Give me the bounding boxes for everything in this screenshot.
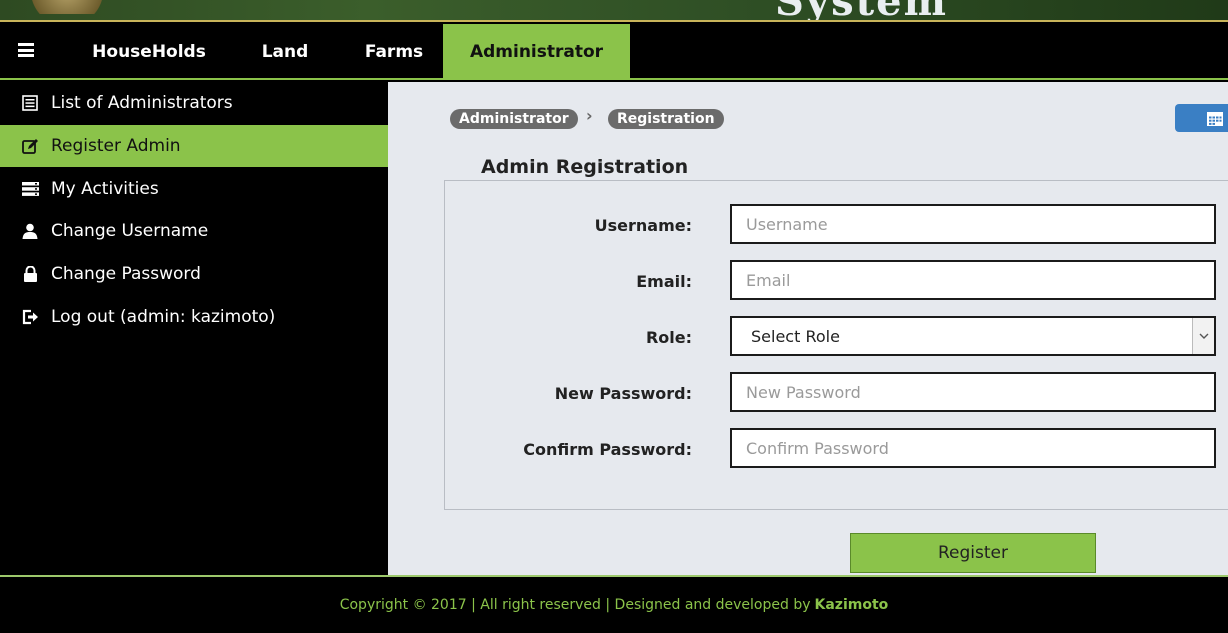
- logo: [12, 0, 122, 14]
- calendar-icon: [1207, 111, 1223, 130]
- header-banner: System: [0, 0, 1228, 22]
- sidebar-item-label: My Activities: [51, 179, 159, 199]
- new-password-label: New Password:: [554, 384, 692, 403]
- system-title: System: [775, 0, 948, 20]
- list-icon: [21, 94, 39, 112]
- sidebar-item-label: Log out (admin: kazimoto): [51, 307, 276, 327]
- sidebar-item-change-username[interactable]: Change Username: [0, 210, 388, 252]
- logout-icon: [21, 308, 39, 326]
- confirm-password-field[interactable]: [730, 428, 1216, 468]
- username-field[interactable]: [730, 204, 1216, 244]
- footer-brand: Kazimoto: [814, 597, 889, 613]
- nav-households[interactable]: HouseHolds: [78, 24, 220, 80]
- role-select[interactable]: Select Role: [730, 316, 1216, 356]
- nav-administrator[interactable]: Administrator: [443, 24, 630, 80]
- new-password-field[interactable]: [730, 372, 1216, 412]
- chevron-down-icon[interactable]: [1192, 318, 1214, 354]
- email-label: Email:: [636, 272, 692, 291]
- user-icon: [21, 222, 39, 240]
- sidebar-item-list-administrators[interactable]: List of Administrators: [0, 82, 388, 124]
- top-navbar: HouseHolds Land Farms Administrator: [0, 24, 1228, 80]
- role-select-value: Select Role: [751, 326, 840, 346]
- nav-farms[interactable]: Farms: [350, 24, 438, 80]
- sidebar: List of Administrators Register Admin My…: [0, 82, 388, 576]
- breadcrumb-separator-icon: ›: [586, 106, 593, 125]
- confirm-password-label: Confirm Password:: [523, 440, 692, 459]
- role-label: Role:: [645, 328, 692, 347]
- register-button[interactable]: Register: [850, 533, 1096, 573]
- sidebar-item-my-activities[interactable]: My Activities: [0, 168, 388, 210]
- form-legend: Admin Registration: [468, 156, 702, 178]
- edit-icon: [21, 137, 39, 155]
- sidebar-item-register-admin[interactable]: Register Admin: [0, 125, 388, 167]
- email-field[interactable]: [730, 260, 1216, 300]
- sidebar-item-label: Change Username: [51, 221, 209, 241]
- lock-icon: [21, 265, 39, 283]
- username-label: Username:: [594, 216, 692, 235]
- footer-text: Copyright © 2017 | All right reserved | …: [339, 597, 811, 613]
- hamburger-menu-icon[interactable]: [18, 43, 34, 57]
- main-content: Administrator › Registration Admin Regis…: [388, 82, 1228, 576]
- breadcrumb-administrator[interactable]: Administrator: [450, 109, 578, 129]
- footer: Copyright © 2017 | All right reserved | …: [0, 577, 1228, 633]
- calendar-button[interactable]: [1175, 104, 1228, 132]
- sidebar-item-label: Register Admin: [51, 136, 181, 156]
- sidebar-item-label: Change Password: [51, 264, 201, 284]
- sidebar-item-change-password[interactable]: Change Password: [0, 253, 388, 295]
- breadcrumb-registration: Registration: [608, 109, 724, 129]
- nav-land[interactable]: Land: [240, 24, 330, 80]
- server-icon: [21, 180, 39, 198]
- sidebar-item-label: List of Administrators: [51, 93, 233, 113]
- sidebar-item-log-out[interactable]: Log out (admin: kazimoto): [0, 296, 388, 338]
